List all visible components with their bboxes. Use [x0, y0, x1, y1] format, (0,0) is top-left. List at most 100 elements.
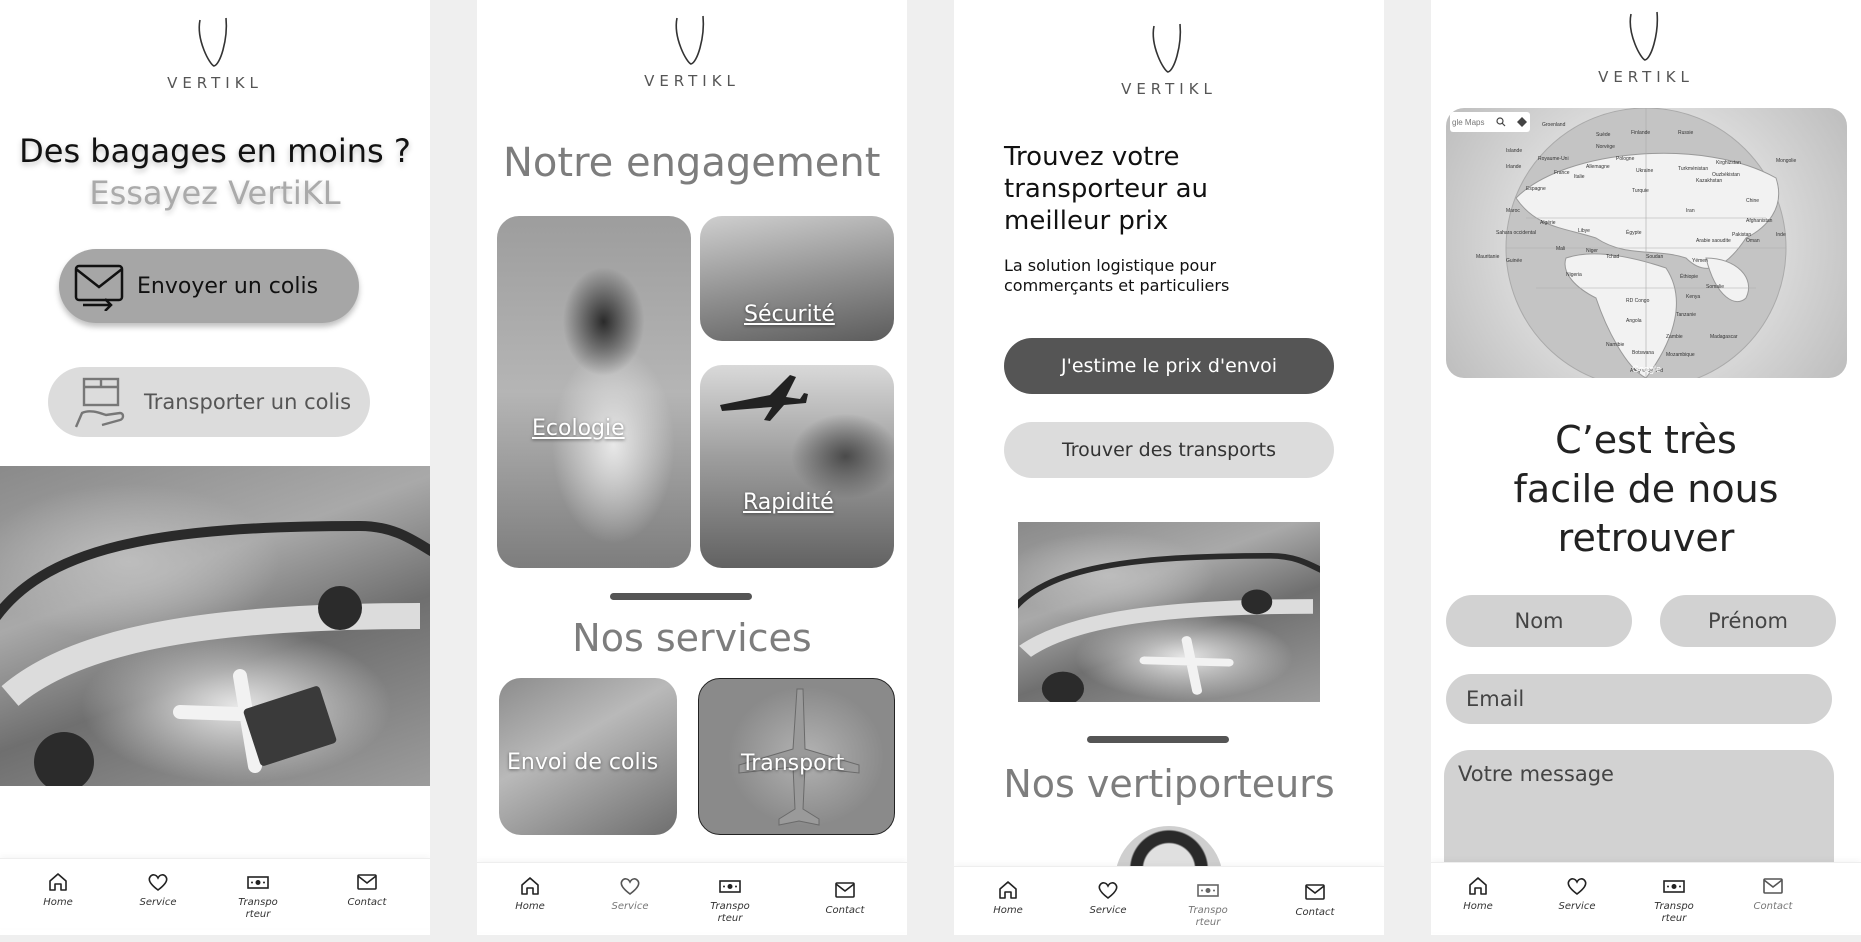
nav-service[interactable]: Service [1073, 879, 1143, 917]
nav-home[interactable]: Home [495, 875, 565, 913]
map-place-label: Pologne [1616, 156, 1635, 162]
nav-transporteur[interactable]: Transpo rteur [223, 871, 293, 921]
nav-contact-label: Contact [1295, 907, 1335, 918]
services-title: Nos services [572, 616, 812, 660]
carry-parcel-button[interactable]: Transporter un colis [48, 367, 370, 437]
map-place-label: Botswana [1632, 350, 1654, 356]
map-place-label: Iran [1686, 208, 1695, 214]
map-place-label: Namibie [1606, 342, 1625, 348]
nav-service[interactable]: Service [1542, 875, 1612, 913]
airplane-icon [720, 375, 808, 421]
nav-service-label: Service [139, 897, 177, 908]
carry-parcel-label: Transporter un colis [144, 390, 352, 414]
nav-contact[interactable]: Contact [810, 879, 880, 917]
tile-ecologie-label[interactable]: Ecologie [532, 416, 625, 441]
map-place-label: Mali [1556, 246, 1566, 252]
bottom-nav: Home Service Transpo rteur Contact [1431, 862, 1861, 932]
nav-contact[interactable]: Contact [332, 871, 402, 909]
nav-service[interactable]: Service [595, 875, 665, 913]
map-place-label: Norvège [1596, 144, 1615, 150]
hero-suitcase-photo [0, 466, 430, 786]
service-envoi-card[interactable]: Envoi de colis [499, 678, 677, 835]
banknote-icon [247, 876, 269, 889]
home-icon [1469, 877, 1487, 895]
brand-logo[interactable]: VERTIKL [477, 8, 907, 90]
nav-transporteur[interactable]: Transpo rteur [695, 875, 765, 925]
map-place-label: Irlande [1506, 164, 1522, 170]
nav-home[interactable]: Home [973, 879, 1043, 917]
email-placeholder: Email [1466, 687, 1525, 711]
mail-icon [1305, 884, 1325, 900]
map-place-label: Ouzbékistan [1712, 172, 1740, 178]
home-icon [999, 881, 1017, 899]
find-transports-button[interactable]: Trouver des transports [1004, 422, 1334, 478]
nav-contact-label: Contact [825, 905, 865, 916]
map-place-label: Russie [1678, 130, 1694, 136]
nav-contact-label: Contact [1753, 901, 1793, 912]
logo-mark-icon [1629, 11, 1659, 61]
heart-icon [620, 878, 640, 896]
message-placeholder: Votre message [1458, 762, 1614, 786]
map-search-bar[interactable]: gle Maps [1450, 112, 1530, 132]
map-place-label: Yémen [1692, 258, 1708, 264]
map-place-label: Groenland [1542, 122, 1566, 128]
email-field[interactable]: Email [1446, 674, 1832, 724]
search-icon[interactable] [1496, 117, 1506, 127]
nav-home[interactable]: Home [23, 871, 93, 909]
map-place-label: Mauritanie [1476, 254, 1500, 260]
nav-transporteur-label-1: Transpo [1188, 905, 1228, 916]
nav-transporteur-label-1: Transpo [710, 901, 750, 912]
map-widget[interactable]: gle Maps Groenland Islande Norvège Suède Fin… [1446, 108, 1847, 378]
nav-transporteur[interactable]: Transpo rteur [1173, 879, 1243, 929]
nav-contact[interactable]: Contact [1280, 881, 1350, 919]
nav-transporteur-label-2: rteur [1661, 913, 1687, 924]
bottom-nav: Home Service Transpo rteur Contact [954, 866, 1384, 935]
map-place-label: Espagne [1526, 186, 1546, 192]
logo-mark-icon [198, 17, 228, 67]
map-place-label: Angola [1626, 318, 1642, 324]
banknote-icon [1663, 880, 1685, 893]
tile-ecologie[interactable]: Ecologie [497, 216, 691, 568]
tile-securite-label[interactable]: Sécurité [744, 302, 835, 327]
find-transports-label: Trouver des transports [1061, 439, 1277, 461]
nav-transporteur[interactable]: Transpo rteur [1639, 875, 1709, 925]
brand-logo[interactable]: VERTIKL [954, 16, 1384, 98]
nav-home[interactable]: Home [1443, 875, 1513, 913]
nom-placeholder: Nom [1514, 609, 1564, 633]
nom-field[interactable]: Nom [1446, 595, 1632, 647]
map-place-label: Tanzanie [1676, 312, 1697, 318]
hand-box-icon [74, 377, 125, 428]
map-place-label: Tchad [1606, 254, 1620, 260]
nav-home-label: Home [515, 901, 545, 912]
nav-transporteur-label-2: rteur [245, 909, 271, 920]
nav-service-label: Service [611, 901, 649, 912]
brand-logo[interactable]: VERTIKL [0, 10, 430, 92]
map-place-label: Mozambique [1666, 352, 1695, 358]
home-icon [49, 873, 67, 891]
logo-mark-icon [1152, 23, 1182, 73]
nav-transporteur-label-1: Transpo [1654, 901, 1694, 912]
map-place-label: Allemagne [1586, 164, 1610, 170]
tile-rapidite[interactable]: Rapidité [700, 365, 894, 568]
service-transport-card[interactable]: Transport [698, 678, 895, 835]
map-place-label: Sahara occidental [1496, 230, 1537, 236]
map-place-label: Nigeria [1566, 272, 1582, 278]
heart-icon [1567, 878, 1587, 896]
bottom-nav: Home Service Transpo rteur Contact [477, 862, 907, 932]
nav-service[interactable]: Service [123, 871, 193, 909]
nav-transporteur-label-1: Transpo [238, 897, 278, 908]
hero-subtitle: La solution logistique pour commerçants … [1004, 256, 1230, 295]
estimate-price-button[interactable]: J'estime le prix d'envoi [1004, 338, 1334, 394]
screen-contact: VERTIKL gle Maps Groenland Islande Norvège… [1431, 0, 1861, 935]
map-place-label: Ukraine [1636, 168, 1654, 174]
prenom-field[interactable]: Prénom [1660, 595, 1836, 647]
map-place-label: Mongolie [1776, 158, 1797, 164]
brand-logo[interactable]: VERTIKL [1431, 4, 1861, 86]
tile-securite[interactable]: Sécurité [700, 216, 894, 341]
nav-contact[interactable]: Contact [1738, 875, 1808, 913]
tile-rapidite-label[interactable]: Rapidité [743, 490, 834, 515]
engagement-title: Notre engagement [503, 140, 881, 186]
send-parcel-button[interactable]: Envoyer un colis [59, 249, 359, 323]
locate-icon[interactable] [1516, 116, 1528, 128]
map-place-label: RD Congo [1626, 298, 1650, 304]
